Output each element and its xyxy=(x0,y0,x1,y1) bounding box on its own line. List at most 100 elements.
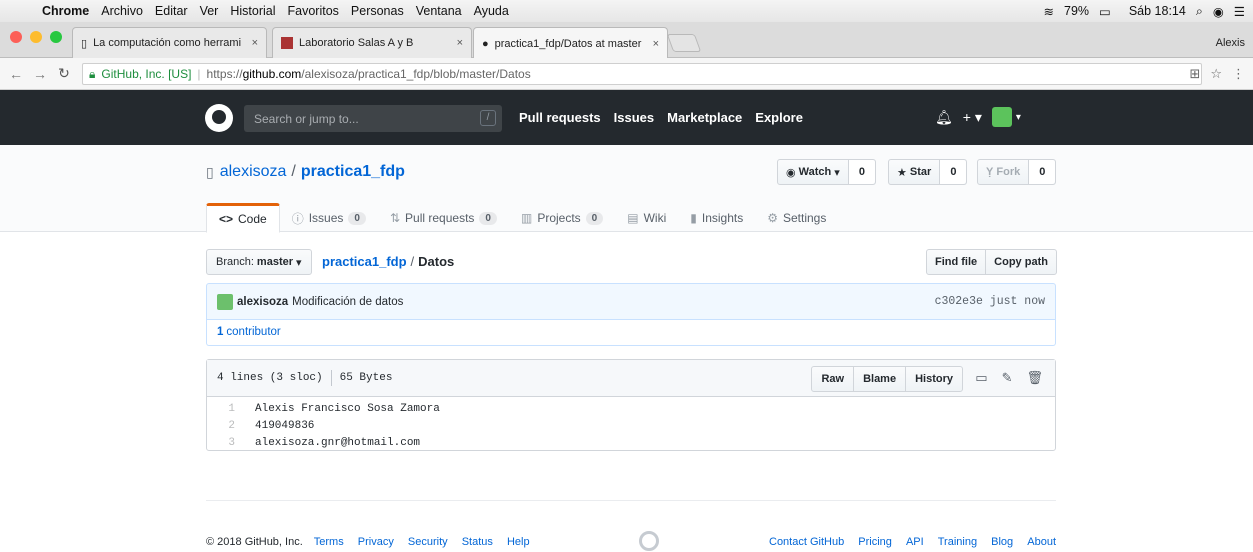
menu-editar[interactable]: Editar xyxy=(155,4,188,18)
line-number[interactable]: 1 xyxy=(207,403,247,415)
menu-personas[interactable]: Personas xyxy=(351,4,404,18)
search-input[interactable]: Search or jump to... / xyxy=(244,105,502,132)
tab-insights[interactable]: ▮ Insights xyxy=(678,204,755,232)
profile-button[interactable]: Alexis xyxy=(1216,37,1245,49)
app-menu[interactable]: Chrome xyxy=(42,4,89,18)
notifications-bell-icon[interactable]: 🔔︎ xyxy=(935,109,953,126)
nav-pull-requests[interactable]: Pull requests xyxy=(519,110,601,125)
footer-left-links: Terms Privacy Security Status Help xyxy=(303,536,530,548)
desktop-icon[interactable]: ▭ xyxy=(975,370,987,386)
browser-tab[interactable]: ▯ La computación como herrami × xyxy=(72,27,267,58)
contributors-label: contributor xyxy=(226,326,281,338)
footer-link-pricing[interactable]: Pricing xyxy=(858,536,892,548)
footer-link-security[interactable]: Security xyxy=(408,536,448,548)
siri-icon[interactable]: ◉ xyxy=(1213,4,1224,19)
commit-author-link[interactable]: alexisoza xyxy=(237,296,288,308)
star-button[interactable]: ★ Star 0 xyxy=(888,159,968,185)
back-icon[interactable]: ← xyxy=(8,66,24,82)
bookmark-star-icon[interactable]: ☆ xyxy=(1210,66,1222,82)
line-number[interactable]: 2 xyxy=(207,420,247,432)
github-favicon-icon: ● xyxy=(482,37,489,50)
find-file-button[interactable]: Find file xyxy=(927,250,985,274)
menu-historial[interactable]: Historial xyxy=(230,4,275,18)
trash-icon[interactable]: 🗑︎ xyxy=(1026,370,1043,386)
watch-button[interactable]: ◉ Watch ▾ 0 xyxy=(777,159,876,185)
window-close-button[interactable] xyxy=(10,31,22,43)
raw-button[interactable]: Raw xyxy=(812,367,853,391)
nav-explore[interactable]: Explore xyxy=(755,110,803,125)
tab-close-icon[interactable]: × xyxy=(252,37,258,49)
line-number[interactable]: 3 xyxy=(207,437,247,449)
battery-icon[interactable]: ▭ xyxy=(1099,4,1111,19)
tab-issues[interactable]: ⓘ Issues 0 xyxy=(280,204,378,232)
menu-archivo[interactable]: Archivo xyxy=(101,4,143,18)
user-avatar[interactable] xyxy=(991,107,1012,127)
fork-button[interactable]: Ỵ Fork 0 xyxy=(977,159,1057,185)
contributors-link[interactable]: 1 contributor xyxy=(206,319,1056,346)
reload-icon[interactable]: ↻ xyxy=(56,65,72,82)
github-logo-icon[interactable] xyxy=(205,104,233,132)
tab-close-icon[interactable]: × xyxy=(653,38,659,50)
footer-link-privacy[interactable]: Privacy xyxy=(358,536,394,548)
book-icon: ▤ xyxy=(627,211,639,225)
menu-ayuda[interactable]: Ayuda xyxy=(474,4,509,18)
url-host: github.com xyxy=(242,67,302,81)
footer-link-about[interactable]: About xyxy=(1027,536,1056,548)
copy-path-button[interactable]: Copy path xyxy=(985,250,1056,274)
footer-link-api[interactable]: API xyxy=(906,536,924,548)
footer-link-contact[interactable]: Contact GitHub xyxy=(769,536,844,548)
footer-link-terms[interactable]: Terms xyxy=(314,536,344,548)
commit-message[interactable]: Modificación de datos xyxy=(292,296,403,308)
chrome-menu-icon[interactable]: ⋮ xyxy=(1232,66,1245,82)
footer-link-help[interactable]: Help xyxy=(507,536,530,548)
browser-tab-strip: ▯ La computación como herrami × Laborato… xyxy=(0,22,1253,59)
fork-count[interactable]: 0 xyxy=(1029,160,1056,184)
chevron-down-icon[interactable]: ▾ xyxy=(1016,112,1021,123)
fork-icon: Ỵ xyxy=(986,166,997,178)
wifi-icon[interactable]: ≋ xyxy=(1044,4,1054,19)
spotlight-icon[interactable]: ⌕ xyxy=(1196,4,1203,19)
blame-button[interactable]: Blame xyxy=(853,367,905,391)
github-footer-logo-icon[interactable] xyxy=(639,531,659,551)
menu-ventana[interactable]: Ventana xyxy=(416,4,462,18)
watch-count[interactable]: 0 xyxy=(848,160,875,184)
tab-settings[interactable]: ⚙ Settings xyxy=(755,204,838,232)
repo-title-separator: / xyxy=(291,163,296,180)
tab-projects[interactable]: ▥ Projects 0 xyxy=(509,204,615,232)
nav-marketplace[interactable]: Marketplace xyxy=(667,110,742,125)
star-count[interactable]: 0 xyxy=(940,160,967,184)
github-global-nav: Pull requests Issues Marketplace Explore xyxy=(519,110,816,125)
graph-icon: ▮ xyxy=(690,211,697,225)
branch-select-button[interactable]: Branch: master ▾ xyxy=(206,249,312,275)
new-tab-button[interactable] xyxy=(666,34,702,52)
star-label: Star xyxy=(909,166,932,178)
menu-ver[interactable]: Ver xyxy=(200,4,219,18)
translate-icon[interactable]: ⊞ xyxy=(1189,66,1200,82)
create-new-icon[interactable]: + ▾ xyxy=(963,109,982,126)
pencil-icon[interactable]: ✎ xyxy=(1002,370,1013,386)
menu-favoritos[interactable]: Favoritos xyxy=(288,4,339,18)
tab-code[interactable]: <> Code xyxy=(206,203,280,233)
tab-wiki[interactable]: ▤ Wiki xyxy=(615,204,678,232)
notification-center-icon[interactable]: ☰ xyxy=(1234,4,1245,19)
footer-link-blog[interactable]: Blog xyxy=(991,536,1013,548)
commit-author-avatar[interactable] xyxy=(217,293,233,310)
footer-link-status[interactable]: Status xyxy=(462,536,493,548)
tab-pull-requests[interactable]: ⇅ Pull requests 0 xyxy=(378,204,509,232)
history-button[interactable]: History xyxy=(905,367,962,391)
commit-sha-time[interactable]: c302e3e just now xyxy=(935,295,1045,308)
tab-close-icon[interactable]: × xyxy=(457,37,463,49)
window-zoom-button[interactable] xyxy=(50,31,62,43)
forward-icon[interactable]: → xyxy=(32,66,48,82)
nav-issues[interactable]: Issues xyxy=(614,110,654,125)
window-minimize-button[interactable] xyxy=(30,31,42,43)
repo-owner-link[interactable]: alexisoza xyxy=(220,163,287,181)
footer-link-training[interactable]: Training xyxy=(938,536,977,548)
browser-tab[interactable]: Laboratorio Salas A y B × xyxy=(272,27,472,58)
omnibox[interactable]: 🔒︎ GitHub, Inc. [US] | https:// github.c… xyxy=(82,63,1202,85)
browser-tab-active[interactable]: ● practica1_fdp/Datos at master × xyxy=(473,27,668,59)
clock[interactable]: Sáb 18:14 xyxy=(1129,4,1186,18)
breadcrumb-repo-link[interactable]: practica1_fdp xyxy=(322,254,407,269)
line-text: 419049836 xyxy=(255,419,315,432)
repo-name-link[interactable]: practica1_fdp xyxy=(301,163,405,181)
